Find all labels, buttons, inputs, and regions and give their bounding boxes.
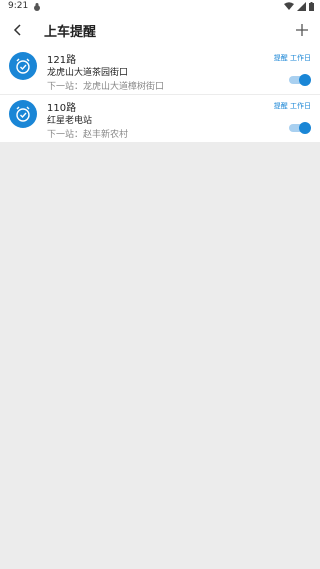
alarm-clock-icon xyxy=(9,100,37,128)
route-name: 121路 xyxy=(47,55,77,66)
signal-icon xyxy=(297,2,306,11)
back-arrow-icon xyxy=(13,24,21,36)
reminder-toggle[interactable] xyxy=(289,74,311,86)
add-button[interactable] xyxy=(292,20,312,40)
toggle-knob xyxy=(299,74,311,86)
status-bar: 9:21 xyxy=(0,0,320,14)
status-time: 9:21 xyxy=(8,1,29,11)
reminder-item[interactable]: 110路 红星老电站 下一站：赵丰新农村 提醒 工作日 xyxy=(0,94,320,142)
bug-app-icon xyxy=(34,3,40,11)
wifi-icon xyxy=(284,2,294,10)
plus-icon xyxy=(296,24,308,36)
status-indicators xyxy=(284,2,314,11)
page-title: 上车提醒 xyxy=(44,25,97,40)
reminder-toggle[interactable] xyxy=(289,122,311,134)
toggle-knob xyxy=(299,122,311,134)
reminder-item[interactable]: 121路 龙虎山大道茶园街口 下一站：龙虎山大道樟树街口 提醒 工作日 xyxy=(0,47,320,94)
next-stop: 下一站：龙虎山大道樟树街口 xyxy=(47,82,165,92)
stop-name: 龙虎山大道茶园街口 xyxy=(47,68,129,78)
reminder-list: 121路 龙虎山大道茶园街口 下一站：龙虎山大道樟树街口 提醒 工作日 110路… xyxy=(0,47,320,142)
reminder-tag: 提醒 工作日 xyxy=(273,54,311,62)
next-stop: 下一站：赵丰新农村 xyxy=(47,130,129,140)
alarm-clock-icon xyxy=(9,52,37,80)
route-name: 110路 xyxy=(47,103,77,114)
reminder-tag: 提醒 工作日 xyxy=(273,102,311,110)
stop-name: 红星老电站 xyxy=(47,116,93,126)
back-button[interactable] xyxy=(8,20,28,40)
battery-icon xyxy=(309,2,314,11)
toolbar: 上车提醒 xyxy=(0,14,320,47)
